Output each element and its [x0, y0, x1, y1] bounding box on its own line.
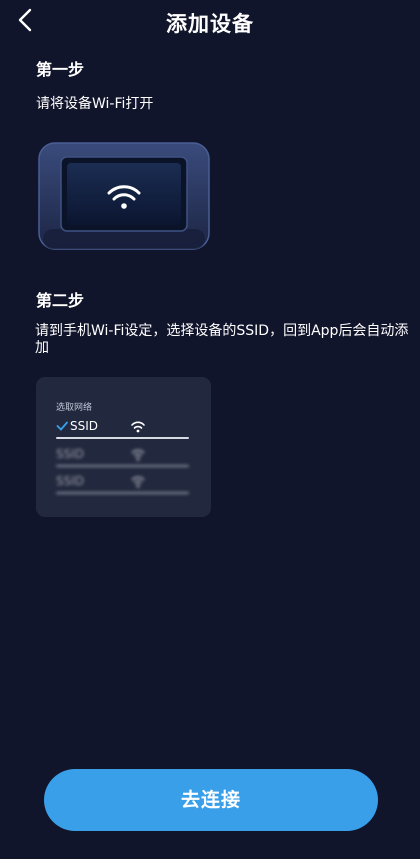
device-illustration — [38, 142, 210, 250]
network-list-illustration: 选取网络 SSID SSID SSID — [36, 377, 211, 517]
divider — [56, 465, 189, 467]
network-row-selected: SSID — [56, 417, 189, 439]
checkmark-icon — [56, 421, 68, 431]
network-list-label: 选取网络 — [56, 403, 93, 413]
step1-description: 请将设备Wi-Fi打开 — [36, 96, 154, 112]
wifi-icon — [131, 421, 145, 433]
network-name: SSID — [56, 447, 85, 461]
header: 添加设备 — [0, 0, 420, 44]
network-row: SSID — [56, 472, 189, 494]
step2-description: 请到手机Wi-Fi设定，选择设备的SSID，回到App后会自动添加 — [35, 323, 409, 356]
network-row: SSID — [56, 445, 189, 467]
divider — [56, 437, 189, 439]
step1-title: 第一步 — [36, 60, 85, 79]
page-title: 添加设备 — [166, 12, 254, 36]
network-name: SSID — [56, 474, 85, 488]
network-name: SSID — [70, 419, 99, 433]
wifi-icon — [131, 449, 145, 461]
wifi-icon — [131, 476, 145, 488]
connect-button[interactable]: 去连接 — [44, 769, 378, 831]
step2-title: 第二步 — [36, 291, 85, 310]
divider — [56, 492, 189, 494]
